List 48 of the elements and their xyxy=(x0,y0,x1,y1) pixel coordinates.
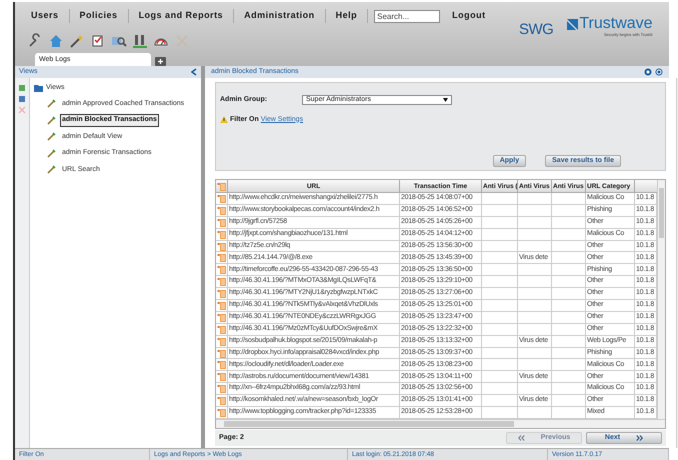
add-view-icon[interactable] xyxy=(18,84,26,92)
collapse-icon[interactable] xyxy=(191,68,197,76)
view-icon xyxy=(47,99,56,108)
product-name: SWG xyxy=(519,20,554,40)
vertical-scrollbar[interactable] xyxy=(657,180,665,419)
document-icon xyxy=(217,336,226,346)
menu-item[interactable]: Help xyxy=(326,9,368,23)
copy-view-icon[interactable] xyxy=(18,95,26,103)
double-chevron-right-icon xyxy=(636,435,644,441)
double-chevron-left-icon xyxy=(518,435,525,441)
document-icon xyxy=(217,218,226,227)
document-icon xyxy=(217,230,226,239)
logo-icon xyxy=(567,18,578,30)
settings-icon[interactable] xyxy=(655,68,663,76)
document-icon xyxy=(217,372,226,382)
document-icon xyxy=(217,348,226,358)
warning-icon xyxy=(220,116,228,124)
add-tab-icon[interactable] xyxy=(155,57,166,66)
document-icon xyxy=(217,312,226,322)
dropdown-arrow-icon xyxy=(443,98,448,102)
logo-text: Trustwave xyxy=(579,16,653,32)
document-icon xyxy=(217,360,226,370)
menu-item[interactable]: Policies xyxy=(70,9,129,23)
view-icon xyxy=(47,132,56,142)
document-icon xyxy=(217,206,226,215)
columns-icon[interactable] xyxy=(132,33,148,49)
view-icon xyxy=(47,165,56,174)
document-icon xyxy=(217,289,226,298)
menu-item[interactable]: Administration xyxy=(234,9,326,23)
document-icon xyxy=(217,324,226,334)
menu-item[interactable]: Logs and Reports xyxy=(128,9,234,23)
document-icon xyxy=(217,396,226,406)
document-icon xyxy=(217,300,226,310)
document-icon xyxy=(217,265,226,274)
search-field[interactable]: Search... xyxy=(374,10,440,22)
document-icon xyxy=(217,253,226,262)
document-icon xyxy=(217,277,226,286)
view-icon xyxy=(47,116,56,125)
document-icon xyxy=(217,242,226,250)
document-icon xyxy=(217,182,226,190)
view-icon xyxy=(47,148,56,158)
menu-item[interactable]: Users xyxy=(21,9,70,23)
document-icon xyxy=(217,408,226,417)
document-icon xyxy=(217,384,226,394)
wand-icon[interactable] xyxy=(69,33,85,49)
horizontal-scrollbar[interactable] xyxy=(216,419,665,428)
document-icon xyxy=(217,194,226,203)
logout-link[interactable]: Logout xyxy=(452,9,486,23)
